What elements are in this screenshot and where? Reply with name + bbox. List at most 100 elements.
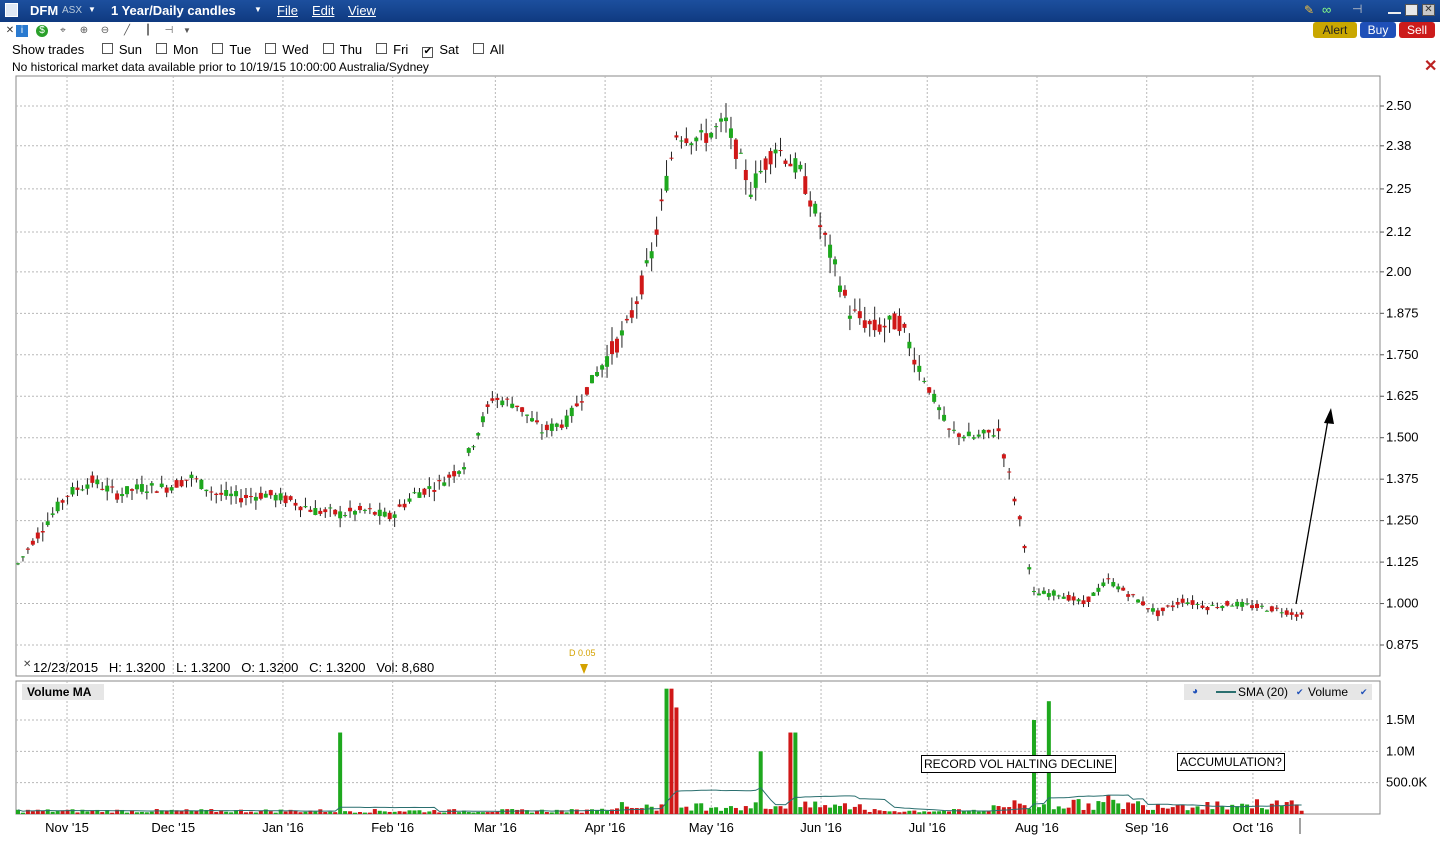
volume-bar [1121,809,1126,814]
annotation-accumulation[interactable]: ACCUMULATION? [1177,753,1285,771]
candle-up [937,407,942,411]
volume-bar [149,811,154,814]
volume-bar [634,808,639,814]
month-tick-label: May '16 [689,820,734,835]
volume-bar [1041,804,1046,814]
sma-check-icon[interactable]: ✔ [1296,684,1304,700]
candle-up [55,501,60,512]
candle-down [402,503,407,508]
candle-down [544,424,549,431]
volume-bar [629,807,634,814]
candle-up [199,479,204,490]
candle-down [348,507,353,512]
price-tick-label: 1.625 [1386,388,1419,403]
volume-bar [833,804,838,814]
candle-up [1061,596,1066,599]
price-tick-label: 1.375 [1386,471,1419,486]
candle-up [689,143,694,146]
candle-up [462,467,467,470]
volume-bar [1180,804,1185,814]
candle-up [442,482,447,486]
volume-bar [397,811,402,814]
candle-down [164,487,169,493]
candle-down [733,139,738,159]
volume-bar [877,810,882,814]
candle-down [684,138,689,144]
volume-bar [343,811,348,814]
candle-down [584,387,589,395]
volume-bar [199,809,204,814]
annotation-record-volume[interactable]: RECORD VOL HALTING DECLINE [921,755,1116,773]
candle-down [872,319,877,331]
candle-down [209,491,214,493]
volume-bar [783,808,788,814]
candle-down [892,313,897,330]
candle-up [679,140,684,142]
dividend-marker[interactable]: D 0.05 [569,648,596,658]
volume-bar [947,811,952,814]
candle-down [505,398,510,400]
close-readout-icon[interactable]: ✕ [23,659,31,670]
candle-up [748,194,753,197]
candle-up [134,484,139,490]
candle-up [471,446,476,448]
candle-down [283,495,288,504]
volume-bar [480,812,485,814]
volume-bar [1086,803,1091,814]
candle-up [1240,601,1245,607]
candle-up [427,486,432,489]
candle-down [956,433,961,437]
legend-settings-icon[interactable]: ◕ [1192,684,1198,700]
volume-bar [813,801,818,814]
volume-bar [530,812,535,814]
candle-down [559,424,564,428]
volume-bar [1289,800,1294,814]
candle-up [589,375,594,384]
candle-down [704,133,709,143]
candle-up [966,431,971,437]
candle-up [1051,590,1056,596]
volume-bar [554,809,559,814]
candle-up [95,479,100,485]
volume-bar [1220,806,1225,814]
volume-bar [353,812,358,814]
candle-down [1299,612,1304,615]
candle-down [298,506,303,511]
volume-bar [743,806,748,814]
candle-up [278,493,283,501]
candle-up [569,407,574,417]
candle-down [1250,605,1255,609]
volume-bar [719,810,724,814]
candle-down [1007,471,1012,473]
candle-down [783,160,788,164]
candle-down [1289,612,1294,615]
candle-up [600,365,605,370]
volume-bar [214,812,219,814]
candle-down [1190,600,1195,605]
volume-bar [699,803,704,814]
legend-sma-label: SMA (20) [1238,685,1289,699]
candle-up [85,484,90,489]
month-tick-label: Nov '15 [45,820,89,835]
candle-down [184,479,189,481]
candle-up [1027,567,1032,570]
candle-down [174,480,179,488]
candle-down [803,176,808,194]
volume-bar [738,810,743,814]
candle-down [318,510,323,514]
volume-bar [1091,809,1096,814]
candle-down [323,509,328,513]
candle-down [432,489,437,492]
volume-check-icon[interactable]: ✔ [1360,684,1368,700]
candle-down [387,512,392,520]
candle-up [1031,591,1036,593]
volume-bar [1215,801,1220,814]
volume-bar [1022,805,1027,814]
chart-canvas[interactable]: 2.50 2.38 2.25 2.12 2.00 1.875 1.750 1.625 1.500… [0,0,1440,842]
candle-down [447,474,452,478]
volume-bar [442,812,447,814]
candle-down [1071,596,1076,601]
volume-bar [1076,799,1081,814]
candle-down [639,275,644,295]
candle-down [1269,606,1274,612]
